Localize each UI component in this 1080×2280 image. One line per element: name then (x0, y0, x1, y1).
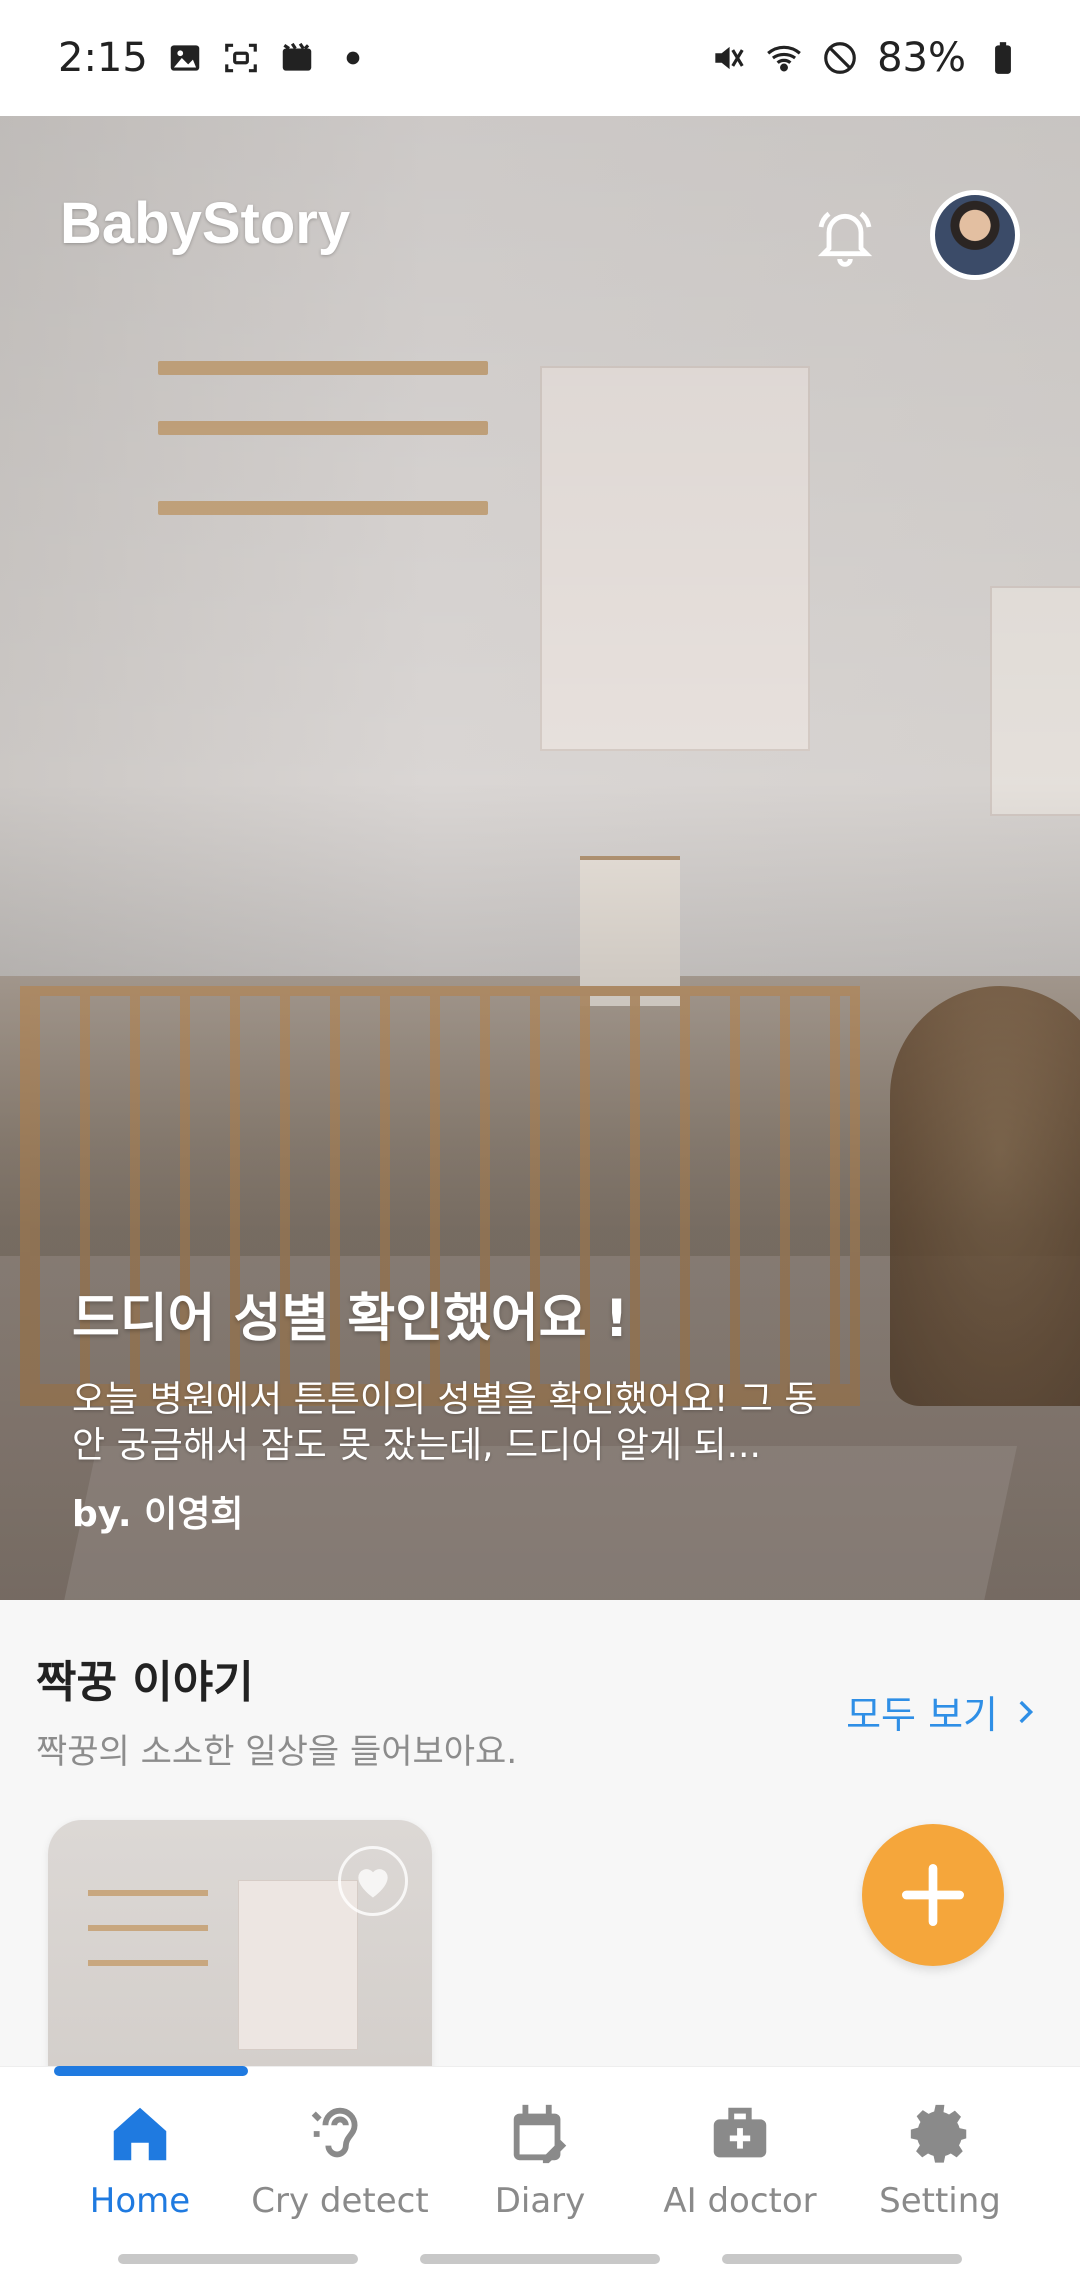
gear-icon (910, 2104, 967, 2163)
hero-excerpt: 오늘 병원에서 튼튼이의 성별을 확인했어요! 그 동안 궁금해서 잠도 못 잤… (72, 1379, 818, 1466)
chevron-right-icon (1019, 1700, 1034, 1723)
see-all-label: 모두 보기 (846, 1693, 998, 1737)
gesture-handle[interactable] (722, 2254, 962, 2264)
nav-label: Home (89, 2181, 191, 2221)
card-shelf-decor (88, 1890, 208, 1896)
medical-kit-icon (713, 2107, 767, 2158)
nav-ai-doctor[interactable]: AI doctor (650, 2099, 830, 2221)
gallery-icon (166, 39, 204, 77)
add-story-button[interactable] (862, 1824, 1004, 1966)
hero-carousel[interactable]: 드디어 성별 확인했어요 ! 오늘 병원에서 튼튼이의 성별을 확인했어요! 그… (0, 116, 1080, 1600)
battery-icon (984, 39, 1022, 77)
status-right: 83% (709, 35, 1022, 81)
gesture-handle[interactable] (118, 2254, 358, 2264)
system-gesture-bar (0, 2236, 1080, 2280)
hero-author: by. 이영희 (72, 1494, 244, 1535)
hero-story[interactable]: 드디어 성별 확인했어요 ! 오늘 병원에서 튼튼이의 성별을 확인했어요! 그… (72, 1276, 832, 1537)
screen-capture-icon (222, 39, 260, 77)
story-card[interactable] (48, 1820, 432, 2090)
nav-label: Diary (494, 2181, 586, 2221)
nav-diary[interactable]: Diary (450, 2099, 630, 2221)
ear-icon (311, 2107, 358, 2158)
status-time: 2:15 (58, 35, 148, 81)
heart-icon[interactable] (338, 1846, 408, 1916)
status-left: 2:15 (58, 35, 372, 81)
profile-avatar[interactable] (930, 190, 1020, 280)
card-poster-decor (238, 1880, 358, 2050)
nav-setting[interactable]: Setting (850, 2099, 1030, 2221)
status-bar: 2:15 83% (0, 0, 1080, 116)
plus-icon (902, 1864, 964, 1926)
do-not-disturb-icon (821, 39, 859, 77)
nav-home[interactable]: Home (50, 2099, 230, 2221)
dot-icon (334, 39, 372, 77)
nav-label: AI doctor (663, 2181, 817, 2221)
nav-cry-detect[interactable]: Cry detect (250, 2099, 430, 2221)
nav-label: Cry detect (251, 2181, 429, 2221)
battery-percent: 83% (877, 35, 966, 81)
partner-stories-section: 짝꿍 이야기 짝꿍의 소소한 일상을 들어보아요. 모두 보기 (36, 1646, 1046, 1773)
card-scroll-indicator (54, 2066, 248, 2076)
see-all-button[interactable]: 모두 보기 (846, 1684, 1042, 1739)
card-shelf-decor (88, 1925, 208, 1931)
nav-label: Setting (879, 2181, 1001, 2221)
wifi-icon (765, 39, 803, 77)
bottom-navigation: Home Cry detect Diary AI doctor Setting (0, 2066, 1080, 2236)
mute-icon (709, 39, 747, 77)
gesture-handle[interactable] (420, 2254, 660, 2264)
bell-icon[interactable] (810, 200, 880, 270)
photo-icon (278, 39, 316, 77)
app-title: BabyStory (60, 191, 351, 256)
calendar-edit-icon (513, 2104, 567, 2164)
hero-headline: 드디어 성별 확인했어요 ! (72, 1289, 629, 1349)
home-icon (113, 2107, 167, 2161)
card-shelf-decor (88, 1960, 208, 1966)
